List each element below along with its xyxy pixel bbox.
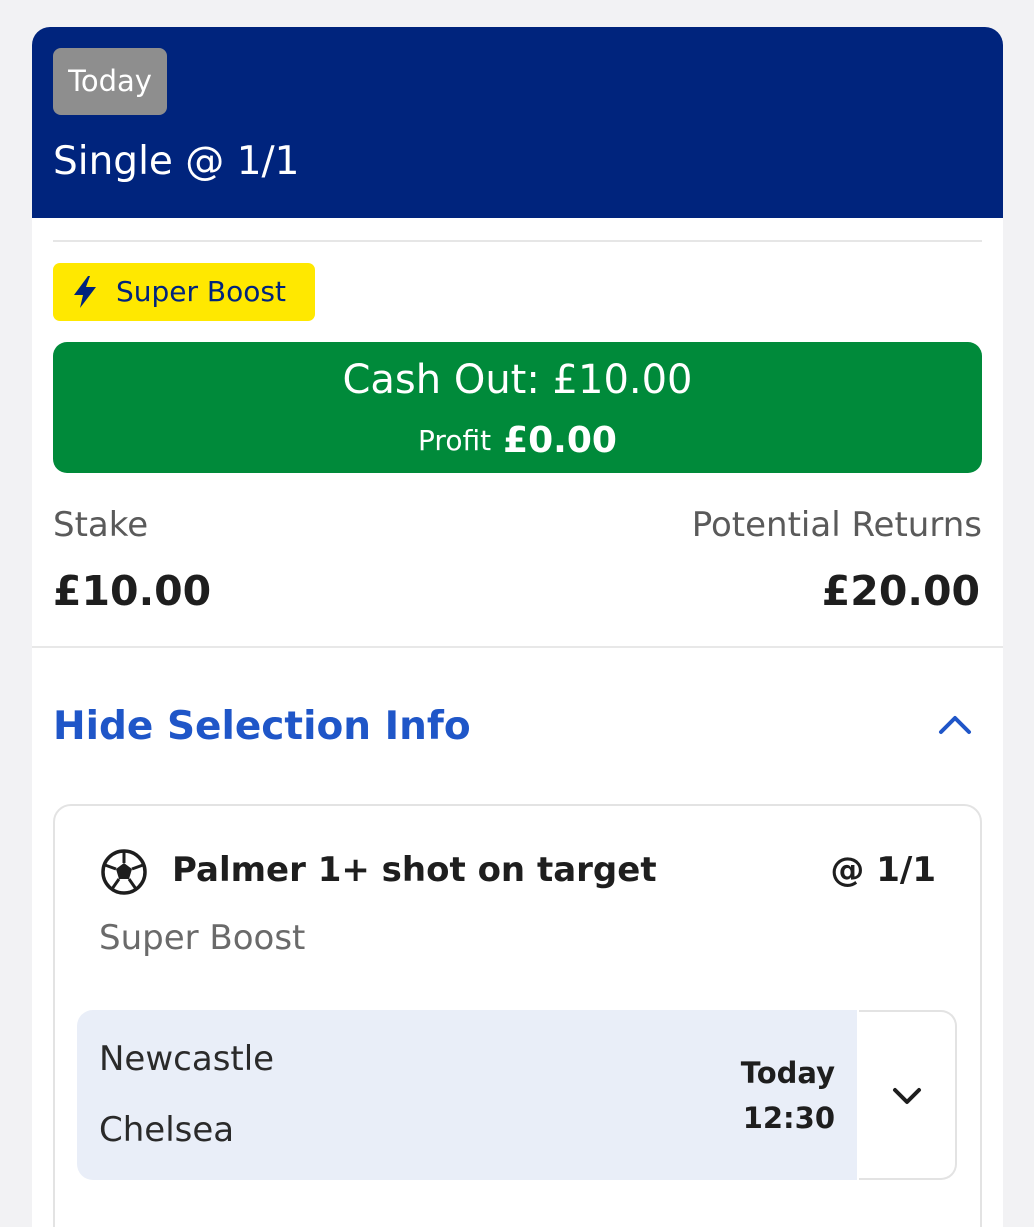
stake-value: £10.00	[53, 567, 212, 615]
potential-returns-value: £20.00	[821, 567, 980, 615]
divider	[32, 646, 1003, 648]
event-row: Newcastle Chelsea Today 12:30	[77, 1010, 957, 1180]
event-time: 12:30	[742, 1101, 835, 1135]
super-boost-badge: Super Boost	[53, 263, 315, 321]
potential-returns-label: Potential Returns	[691, 505, 982, 545]
expand-event-button[interactable]	[859, 1010, 957, 1180]
chevron-down-icon	[893, 1088, 921, 1104]
chevron-up-icon[interactable]	[937, 712, 973, 736]
selection-name: Palmer 1+ shot on target	[172, 850, 657, 890]
cash-out-button[interactable]: Cash Out: £10.00 Profit £0.00	[53, 342, 982, 473]
event-day: Today	[740, 1056, 835, 1090]
lightning-bolt-icon	[74, 276, 96, 308]
selection-odds: @ 1/1	[830, 850, 936, 890]
football-icon	[101, 849, 147, 895]
cash-out-label: Cash Out: £10.00	[342, 357, 693, 403]
away-team: Chelsea	[99, 1110, 235, 1150]
profit-line: Profit £0.00	[53, 420, 982, 461]
event-info[interactable]: Newcastle Chelsea Today 12:30	[77, 1010, 857, 1180]
profit-value: £0.00	[503, 420, 617, 461]
stake-label: Stake	[53, 505, 149, 545]
profit-label: Profit	[418, 424, 492, 457]
hide-selection-info-link[interactable]: Hide Selection Info	[53, 702, 471, 752]
divider	[53, 240, 982, 242]
super-boost-label: Super Boost	[116, 275, 286, 308]
bet-card: Today Single @ 1/1 Super Boost Cash Out:…	[32, 27, 1003, 1227]
market-name: Super Boost	[99, 918, 306, 958]
home-team: Newcastle	[99, 1039, 275, 1079]
bet-title: Single @ 1/1	[53, 139, 300, 184]
selection-card: Palmer 1+ shot on target @ 1/1 Super Boo…	[53, 804, 982, 1227]
date-chip: Today	[53, 48, 167, 115]
bet-header: Today Single @ 1/1	[32, 27, 1003, 218]
